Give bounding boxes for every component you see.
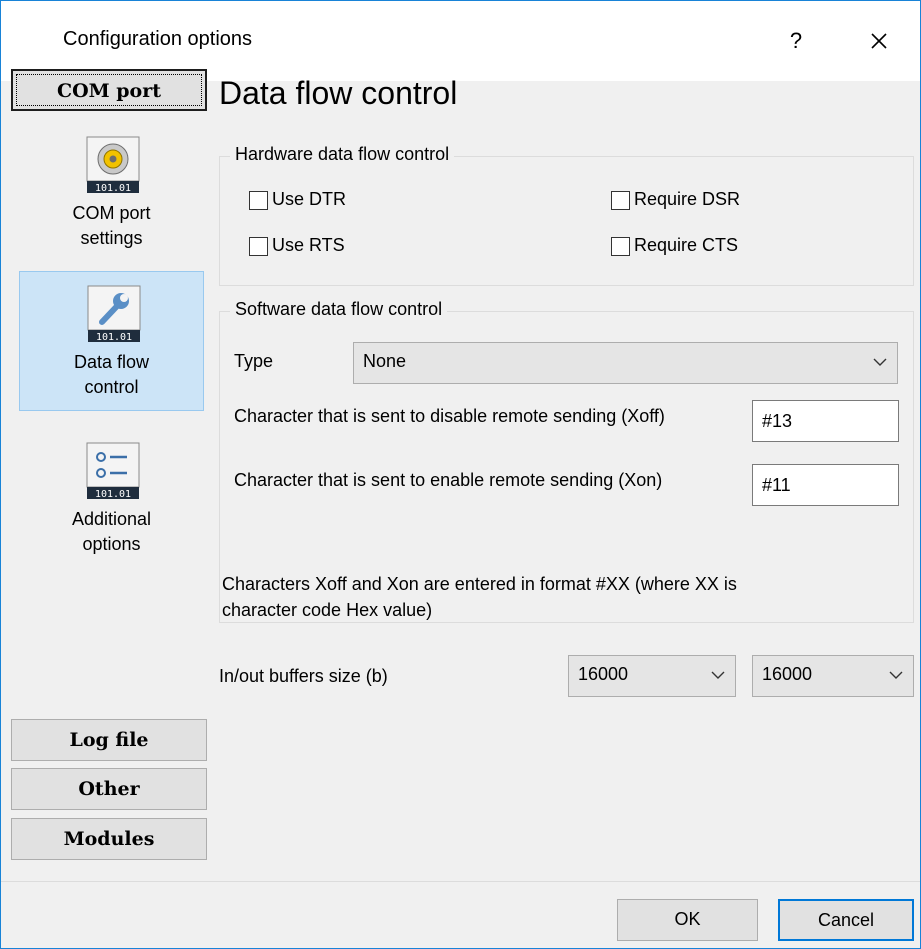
checkbox-box[interactable] xyxy=(249,191,268,210)
close-button[interactable] xyxy=(849,21,909,61)
category-other-button[interactable]: Other xyxy=(11,768,207,810)
checkbox-label: Require DSR xyxy=(634,189,741,209)
require-cts-checkbox[interactable]: Require CTS xyxy=(611,234,811,264)
require-dsr-checkbox[interactable]: Require DSR xyxy=(611,188,811,218)
window-title: Configuration options xyxy=(63,28,253,50)
nav-label-line2: settings xyxy=(80,228,143,248)
group-legend: Software data flow control xyxy=(230,299,448,320)
checkbox-box[interactable] xyxy=(249,237,268,256)
close-icon xyxy=(871,33,887,49)
serial-port-icon: 101.01 xyxy=(86,136,140,194)
in-buffer-size-dropdown[interactable]: 16000 xyxy=(568,655,736,697)
category-log-file-button[interactable]: Log file xyxy=(11,719,207,761)
type-label: Type xyxy=(234,351,274,371)
options-list-icon: 101.01 xyxy=(86,442,140,500)
category-com-port-button[interactable]: COM port xyxy=(11,69,207,111)
hardware-flow-control-group: Hardware data flow control xyxy=(219,144,914,286)
chevron-down-icon xyxy=(711,671,725,679)
xoff-label: Character that is sent to disable remote… xyxy=(234,406,665,426)
chevron-down-icon xyxy=(889,671,903,679)
category-modules-button[interactable]: Modules xyxy=(11,818,207,860)
dropdown-value: None xyxy=(363,351,407,371)
input-value: #13 xyxy=(762,411,793,431)
out-buffer-size-dropdown[interactable]: 16000 xyxy=(752,655,914,697)
checkbox-label: Require CTS xyxy=(634,235,739,255)
dropdown-value: 16000 xyxy=(578,664,629,684)
checkbox-box[interactable] xyxy=(611,237,630,256)
nav-label-line2: control xyxy=(84,377,139,397)
nav-label-line1: Data flow xyxy=(73,352,150,372)
note-line1: Characters Xoff and Xon are entered in f… xyxy=(222,574,737,594)
configuration-dialog: Configuration options ? COM port 101.01 … xyxy=(0,0,921,949)
icon-badge-text: 101.01 xyxy=(96,332,132,343)
wrench-icon: 101.01 xyxy=(87,285,141,343)
help-button[interactable]: ? xyxy=(771,21,821,61)
checkbox-label: Use DTR xyxy=(272,189,347,209)
nav-label-line1: COM port xyxy=(72,203,151,223)
nav-item-additional-options[interactable]: 101.01 Additional options xyxy=(19,429,204,569)
xon-input[interactable]: #11 xyxy=(752,464,899,506)
input-value: #11 xyxy=(762,475,791,495)
note-line2: character code Hex value) xyxy=(222,600,433,620)
cancel-button[interactable]: Cancel xyxy=(778,899,914,941)
flow-type-dropdown[interactable]: None xyxy=(353,342,898,384)
dropdown-value: 16000 xyxy=(762,664,813,684)
icon-badge-text: 101.01 xyxy=(95,489,131,500)
xoff-input[interactable]: #13 xyxy=(752,400,899,442)
checkbox-box[interactable] xyxy=(611,191,630,210)
use-dtr-checkbox[interactable]: Use DTR xyxy=(249,188,449,218)
buffers-size-label: In/out buffers size (b) xyxy=(219,666,388,686)
checkbox-label: Use RTS xyxy=(272,235,345,255)
icon-badge-text: 101.01 xyxy=(95,183,131,194)
ok-button[interactable]: OK xyxy=(617,899,758,941)
nav-label-line2: options xyxy=(82,534,141,554)
nav-label-line1: Additional xyxy=(71,509,152,529)
group-legend: Hardware data flow control xyxy=(230,144,455,165)
xon-label: Character that is sent to enable remote … xyxy=(234,470,663,490)
format-note: Characters Xoff and Xon are entered in f… xyxy=(222,571,882,623)
nav-item-com-port-settings[interactable]: 101.01 COM port settings xyxy=(19,123,204,263)
chevron-down-icon xyxy=(873,358,887,366)
footer-divider xyxy=(1,881,920,882)
focus-rectangle xyxy=(16,74,202,106)
section-title: Data flow control xyxy=(219,75,458,111)
use-rts-checkbox[interactable]: Use RTS xyxy=(249,234,449,264)
nav-item-data-flow-control[interactable]: 101.01 Data flow control xyxy=(19,271,204,411)
